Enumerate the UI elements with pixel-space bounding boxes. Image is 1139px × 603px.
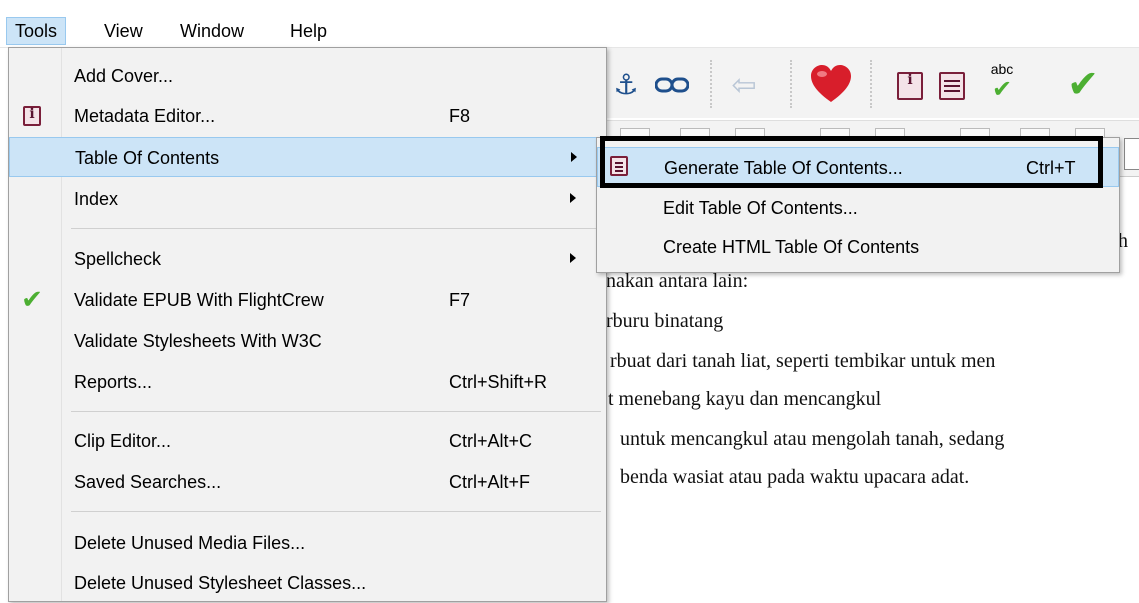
menu-item-saved-searches[interactable]: Saved Searches... Ctrl+Alt+F: [9, 462, 606, 502]
menu-item-label: Delete Unused Stylesheet Classes...: [74, 573, 367, 593]
menu-item-metadata-editor[interactable]: Metadata Editor... F8: [9, 96, 606, 136]
menu-item-label: Validate EPUB With FlightCrew: [74, 290, 324, 310]
submenu-item-label: Edit Table Of Contents...: [663, 198, 858, 218]
link-icon[interactable]: [650, 70, 694, 100]
checkmark-icon: ✔: [21, 285, 43, 315]
menu-view[interactable]: View: [96, 18, 151, 44]
menu-item-clip-editor[interactable]: Clip Editor... Ctrl+Alt+C: [9, 421, 606, 461]
shortcut-label: Ctrl+Shift+R: [449, 372, 548, 392]
shortcut-label: Ctrl+Alt+F: [449, 472, 531, 492]
shortcut-label: F8: [449, 106, 471, 126]
window-title-fragment: [0, 0, 1139, 14]
menu-item-label: Delete Unused Media Files...: [74, 533, 306, 553]
menu-item-label: Validate Stylesheets With W3C: [74, 331, 322, 351]
tools-menu: Add Cover... Metadata Editor... F8 Table…: [8, 47, 607, 602]
menu-help[interactable]: Help: [282, 18, 335, 44]
submenu-item-create-html-toc[interactable]: Create HTML Table Of Contents: [597, 227, 1119, 267]
metadata-icon: [19, 103, 45, 129]
menu-item-validate-epub[interactable]: ✔ Validate EPUB With FlightCrew F7: [9, 280, 606, 320]
back-arrow-icon[interactable]: ⇦: [722, 68, 766, 103]
menu-separator: [71, 228, 601, 229]
submenu-arrow-icon: [570, 253, 576, 263]
menu-separator: [71, 511, 601, 512]
doc-line: t menebang kayu dan mencangkul: [608, 388, 882, 410]
validate-toolbar-icon[interactable]: ✔: [1060, 62, 1106, 106]
menu-item-label: Table Of Contents: [75, 148, 220, 168]
toc-toolbar-icon[interactable]: [936, 70, 968, 102]
menu-window[interactable]: Window: [172, 18, 252, 44]
submenu-item-label: Create HTML Table Of Contents: [663, 237, 920, 257]
menu-item-label: Reports...: [74, 372, 153, 392]
doc-line: rbuat dari tanah liat, seperti tembikar …: [610, 350, 996, 372]
heart-icon[interactable]: [806, 62, 856, 106]
menu-item-validate-stylesheets[interactable]: Validate Stylesheets With W3C: [9, 321, 606, 361]
menubar: Tools View Window Help: [0, 14, 1139, 48]
doc-line: benda wasiat atau pada waktu upacara ada…: [620, 466, 970, 488]
menu-item-delete-unused-classes[interactable]: Delete Unused Stylesheet Classes...: [9, 563, 606, 603]
menu-item-label: Add Cover...: [74, 66, 174, 86]
anchor-icon[interactable]: ⚓: [606, 64, 646, 104]
menu-separator: [71, 411, 601, 412]
toolbar-field[interactable]: [1124, 138, 1139, 170]
shortcut-label: F7: [449, 290, 471, 310]
highlight-callout-box: [600, 136, 1103, 188]
menu-item-delete-unused-media[interactable]: Delete Unused Media Files...: [9, 523, 606, 563]
doc-line: rburu binatang: [606, 310, 724, 332]
submenu-item-edit-toc[interactable]: Edit Table Of Contents...: [597, 188, 1119, 228]
doc-line: untuk mencangkul atau mengolah tanah, se…: [620, 428, 1005, 450]
menu-item-label: Spellcheck: [74, 249, 162, 269]
doc-line: nakan antara lain:: [606, 270, 749, 292]
menu-item-table-of-contents[interactable]: Table Of Contents: [9, 137, 606, 177]
menu-item-label: Saved Searches...: [74, 472, 222, 492]
submenu-arrow-icon: [571, 152, 577, 162]
menu-item-label: Index: [74, 189, 119, 209]
menu-item-spellcheck[interactable]: Spellcheck: [9, 239, 606, 279]
menu-item-add-cover[interactable]: Add Cover...: [9, 56, 606, 96]
menu-item-index[interactable]: Index: [9, 179, 606, 219]
menu-item-reports[interactable]: Reports... Ctrl+Shift+R: [9, 362, 606, 402]
menu-item-label: Clip Editor...: [74, 431, 172, 451]
submenu-arrow-icon: [570, 193, 576, 203]
shortcut-label: Ctrl+Alt+C: [449, 431, 533, 451]
metadata-toolbar-icon[interactable]: [894, 70, 926, 102]
menu-item-label: Metadata Editor...: [74, 106, 216, 126]
spellcheck-toolbar-icon[interactable]: abc ✔: [980, 60, 1024, 104]
menu-tools[interactable]: Tools: [6, 17, 67, 45]
